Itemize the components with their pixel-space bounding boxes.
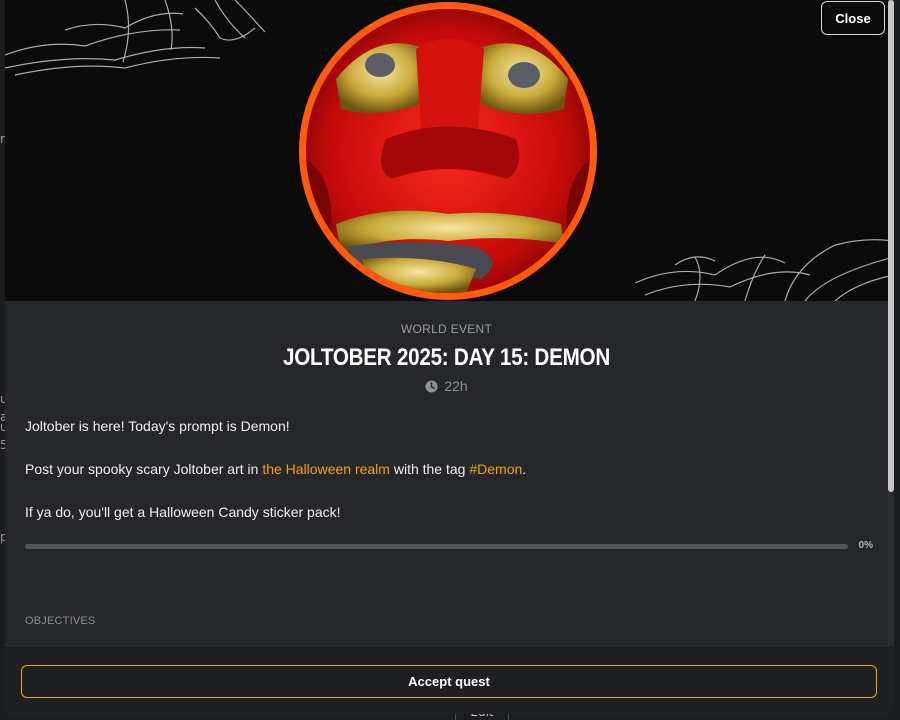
modal-footer: Accept quest: [5, 645, 894, 714]
demon-mask-illustration: [306, 9, 590, 293]
quest-content: WORLD EVENT JOLTOBER 2025: DAY 15: DEMON…: [5, 301, 888, 627]
description-text: with the tag: [389, 461, 470, 477]
timer-text: 22h: [444, 378, 468, 394]
progress-track: [25, 544, 848, 549]
hero-avatar-ring: [299, 2, 597, 300]
quest-description: Joltober is here! Today's prompt is Demo…: [5, 416, 888, 522]
clock-icon: [425, 379, 438, 393]
description-line: If ya do, you'll get a Halloween Candy s…: [25, 504, 341, 520]
demon-tag-link[interactable]: #Demon: [469, 461, 522, 477]
quest-title: JOLTOBER 2025: DAY 15: DEMON: [283, 344, 610, 371]
event-kicker: WORLD EVENT: [400, 322, 493, 336]
hero-banner: Close: [5, 0, 894, 301]
quest-timer: 22h: [5, 378, 888, 394]
close-button[interactable]: Close: [821, 1, 885, 35]
description-text: Post your spooky scary Joltober art in: [25, 461, 263, 477]
description-line: Post your spooky scary Joltober art in t…: [25, 459, 868, 479]
objectives-heading: OBJECTIVES: [25, 615, 96, 627]
spiderweb-decoration-right: [635, 239, 894, 301]
spiderweb-decoration-left: [5, 0, 266, 76]
quest-modal: Close WORLD EVENT JOLTOBER 2025: DAY 15:…: [5, 0, 894, 714]
description-text: .: [522, 461, 527, 477]
demon-mask-avatar: [306, 9, 590, 293]
scrollbar-track[interactable]: [888, 0, 894, 645]
accept-quest-button[interactable]: Accept quest: [21, 665, 877, 698]
progress-label: 0%: [858, 540, 873, 551]
halloween-realm-link[interactable]: the Halloween realm: [262, 461, 390, 477]
quest-progress: 0%: [25, 540, 873, 552]
description-line: Joltober is here! Today's prompt is Demo…: [25, 418, 290, 434]
scrollbar-thumb[interactable]: [888, 0, 894, 492]
